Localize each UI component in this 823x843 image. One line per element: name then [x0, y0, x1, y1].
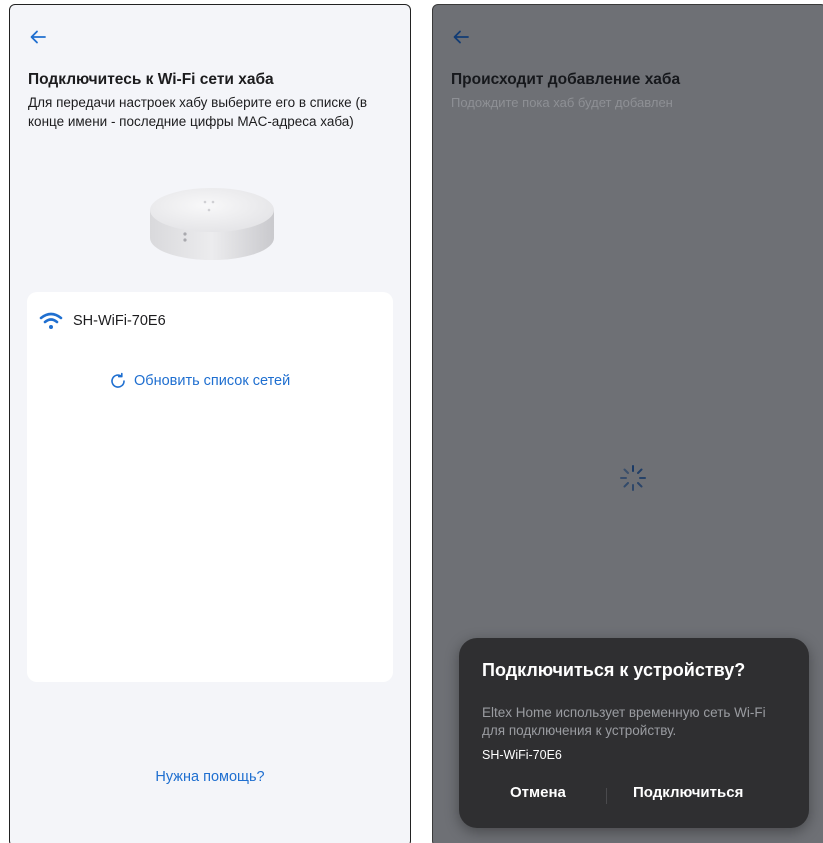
page-title: Подключитесь к Wi-Fi сети хаба [28, 71, 274, 88]
page-title: Происходит добавление хаба [451, 71, 681, 88]
network-list-card: SH-WiFi-70E6 Обновить список сетей [27, 292, 393, 682]
connect-button[interactable]: Подключиться [633, 784, 743, 801]
back-arrow-icon[interactable] [451, 27, 471, 47]
refresh-networks-button[interactable]: Обновить список сетей [109, 372, 290, 390]
loading-spinner-icon [620, 465, 646, 491]
page-description: Для передачи настроек хабу выберите его … [28, 95, 368, 129]
page-subtitle: Подождите пока хаб будет добавлен [451, 95, 673, 110]
dialog-body: Eltex Home использует временную сеть Wi-… [482, 705, 766, 738]
network-list-item[interactable]: SH-WiFi-70E6 [39, 312, 166, 330]
connect-device-dialog: Подключиться к устройству? Eltex Home ис… [459, 638, 809, 828]
cancel-button[interactable]: Отмена [510, 784, 566, 801]
actions-divider [606, 788, 607, 804]
network-ssid: SH-WiFi-70E6 [73, 313, 166, 329]
back-arrow-icon[interactable] [28, 27, 48, 47]
hub-adding-screen: Происходит добавление хаба Подождите пок… [432, 4, 823, 843]
wifi-select-screen: Подключитесь к Wi-Fi сети хаба Для перед… [9, 4, 411, 843]
dialog-title: Подключиться к устройству? [482, 660, 746, 680]
refresh-networks-label: Обновить список сетей [134, 373, 291, 389]
wifi-icon [39, 312, 63, 329]
hub-device-image [150, 188, 274, 260]
help-link[interactable]: Нужна помощь? [10, 769, 410, 785]
refresh-icon [111, 372, 125, 388]
dialog-actions: Отмена Подключиться [459, 784, 809, 808]
dialog-network-name: SH-WiFi-70E6 [482, 748, 562, 762]
